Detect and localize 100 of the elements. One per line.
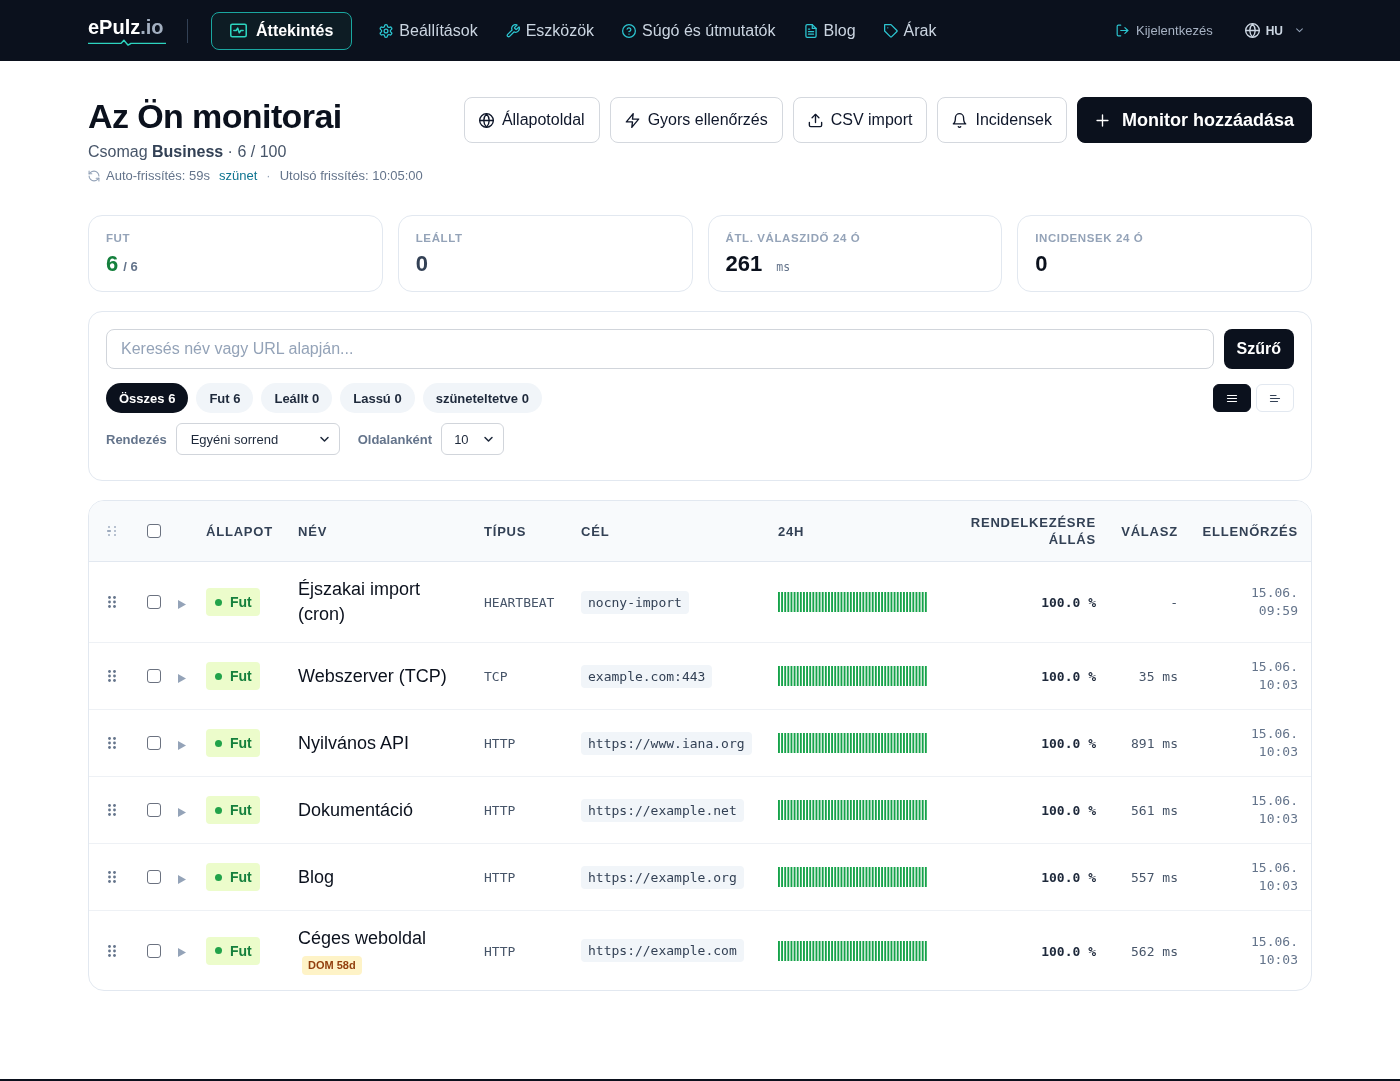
monitor-type: HTTP xyxy=(484,870,516,885)
target-chip: https://example.org xyxy=(581,865,744,889)
nav-link[interactable]: Súgó és útmutatók xyxy=(621,11,777,50)
expand-arrow-icon[interactable] xyxy=(178,874,186,884)
stat-value: 0 xyxy=(415,251,428,277)
nav-link[interactable]: Áttekintés xyxy=(211,11,353,50)
wrench-icon xyxy=(505,23,520,38)
plan-info: Csomag Business · 6 / 100 xyxy=(88,142,288,162)
column-header: CÉL xyxy=(581,523,610,540)
expand-arrow-icon[interactable] xyxy=(178,807,186,817)
monitor-type: TCP xyxy=(484,669,508,684)
help-circle-icon xyxy=(622,23,637,38)
drag-handle-icon[interactable] xyxy=(107,737,116,749)
last-check-time: 15.06. 10:03 xyxy=(1250,725,1298,761)
auto-refresh-text: Auto-frissítés: 59s xyxy=(106,167,211,185)
stat-value: 0 xyxy=(1035,251,1048,277)
status-label: Fut xyxy=(230,594,252,610)
pause-link[interactable]: szünet xyxy=(219,167,258,185)
action-button[interactable]: Incidensek xyxy=(937,97,1067,143)
action-button[interactable]: Állapotoldal xyxy=(463,97,600,143)
column-header: TÍPUS xyxy=(484,523,527,540)
sort-label: Rendezés xyxy=(106,431,167,447)
status-dot-icon xyxy=(215,672,222,680)
select-all-checkbox[interactable] xyxy=(147,524,161,538)
monitor-name[interactable]: Nyilvános API xyxy=(298,730,468,756)
row-checkbox[interactable] xyxy=(147,870,161,884)
status-dot-icon xyxy=(215,947,222,954)
stat-label: INCIDENSEK 24 Ó xyxy=(1035,231,1145,245)
plus-icon xyxy=(1094,112,1110,128)
stat-value: 6 xyxy=(106,251,119,277)
monitor-name[interactable]: Céges weboldal xyxy=(298,926,468,951)
filter-chip[interactable]: Fut 6 xyxy=(196,383,254,413)
stat-value: 261 xyxy=(725,251,763,277)
filter-button[interactable]: Szűrő xyxy=(1223,329,1294,369)
availability-value: 100.0 % xyxy=(1041,870,1096,885)
logo[interactable]: ePulz.io xyxy=(88,15,166,46)
monitor-name[interactable]: Dokumentáció xyxy=(298,797,468,823)
chevron-down-icon xyxy=(1295,26,1304,35)
compact-view-icon xyxy=(1269,392,1281,404)
status-dot-icon xyxy=(215,873,222,881)
filter-chip[interactable]: Összes 6 xyxy=(106,383,189,413)
last-check-time: 15.06. 10:03 xyxy=(1250,859,1298,895)
action-button[interactable]: Monitor hozzáadása xyxy=(1076,97,1312,143)
expand-arrow-icon[interactable] xyxy=(178,599,186,609)
target-chip: https://www.iana.org xyxy=(581,731,752,755)
pulse-monitor-icon xyxy=(230,22,247,39)
action-button[interactable]: CSV import xyxy=(792,97,928,143)
availability-value: 100.0 % xyxy=(1041,595,1096,610)
gear-icon xyxy=(379,23,394,38)
expand-arrow-icon[interactable] xyxy=(178,673,186,683)
page-title: Az Ön monitorai xyxy=(88,96,343,136)
monitor-name[interactable]: Webszerver (TCP) xyxy=(298,663,468,689)
sort-select[interactable]: Egyéni sorrend xyxy=(175,423,340,455)
separator: · xyxy=(266,167,271,185)
upload-icon xyxy=(807,112,823,128)
response-time: - xyxy=(1170,595,1178,610)
dotted-columns-icon[interactable] xyxy=(105,525,118,537)
drag-handle-icon[interactable] xyxy=(107,871,116,883)
filter-chip[interactable]: Leállt 0 xyxy=(261,383,333,413)
drag-handle-icon[interactable] xyxy=(107,670,116,682)
monitor-type: HTTP xyxy=(484,736,516,751)
per-page-select[interactable]: 10 xyxy=(441,423,505,455)
logout-link[interactable]: Kijelentkezés xyxy=(1116,23,1213,38)
row-checkbox[interactable] xyxy=(147,669,161,683)
expand-arrow-icon[interactable] xyxy=(178,948,186,957)
drag-handle-icon[interactable] xyxy=(107,944,116,957)
response-time: 561 ms xyxy=(1131,803,1178,818)
globe-icon xyxy=(478,112,494,128)
lightning-icon xyxy=(624,112,640,128)
status-label: Fut xyxy=(230,942,252,959)
response-time: 557 ms xyxy=(1131,870,1178,885)
drag-handle-icon[interactable] xyxy=(107,804,116,816)
globe-icon xyxy=(1244,23,1260,38)
nav-link[interactable]: Árak xyxy=(882,11,938,50)
filter-chip[interactable]: Lassú 0 xyxy=(340,383,415,413)
expand-arrow-icon[interactable] xyxy=(178,740,186,750)
action-button[interactable]: Gyors ellenőrzés xyxy=(609,97,783,143)
last-check-time: 15.06. 10:03 xyxy=(1250,658,1298,694)
monitor-name[interactable]: Blog xyxy=(298,864,468,890)
row-checkbox[interactable] xyxy=(147,943,161,958)
nav-link[interactable]: Eszközök xyxy=(504,11,596,50)
row-checkbox[interactable] xyxy=(147,595,161,609)
language-button[interactable]: HU xyxy=(1244,23,1304,38)
nav-link[interactable]: Blog xyxy=(802,11,857,50)
search-field[interactable]: Keresés név vagy URL alapján... xyxy=(106,329,1214,369)
compact-view-button[interactable] xyxy=(1256,384,1294,412)
list-view-button[interactable] xyxy=(1213,384,1251,412)
tag-icon xyxy=(883,23,898,38)
stat-label: LEÁLLT xyxy=(415,231,464,245)
bell-icon xyxy=(952,112,968,128)
nav-link[interactable]: Beállítások xyxy=(378,11,479,50)
row-checkbox[interactable] xyxy=(147,803,161,817)
column-header: 24H xyxy=(778,523,805,540)
monitor-name[interactable]: Éjszakai import (cron) xyxy=(298,577,468,627)
row-checkbox[interactable] xyxy=(147,736,161,750)
heartbeat-line-icon xyxy=(88,38,166,46)
column-header: ÁLLAPOT xyxy=(206,523,273,540)
drag-handle-icon[interactable] xyxy=(107,596,116,608)
availability-value: 100.0 % xyxy=(1041,669,1096,684)
filter-chip[interactable]: szüneteltetve 0 xyxy=(422,383,542,413)
